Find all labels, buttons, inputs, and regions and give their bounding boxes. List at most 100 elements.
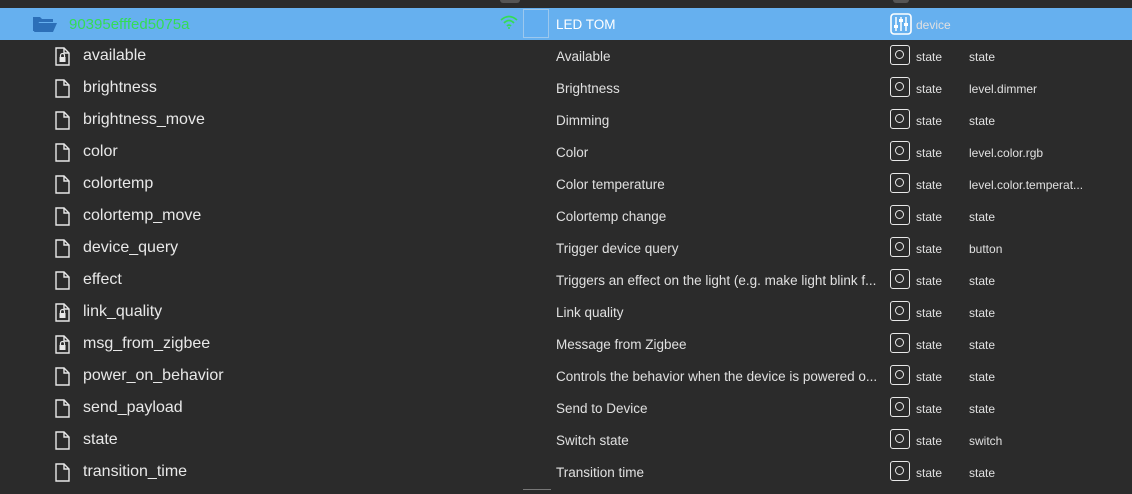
file-icon [55,271,70,290]
scroll-stub [893,0,909,3]
state-description: Trigger device query [556,241,679,256]
state-name: transition_time [83,463,188,480]
state-name: link_quality [83,303,163,320]
file-icon [55,239,70,258]
file-icon [55,399,70,418]
state-description: Color temperature [556,177,665,192]
state-row[interactable]: available Available state state [0,40,1132,72]
object-tree: 90395efffed5075a LED TOM device availabl… [0,8,1132,488]
state-role-icon[interactable] [890,237,910,257]
state-type: state [916,370,943,384]
state-description: Transition time [556,465,645,480]
state-row[interactable]: state Switch state state switch [0,424,1132,456]
state-name: send_payload [83,399,183,416]
state-role: level.dimmer [969,82,1038,96]
state-role-icon[interactable] [890,269,910,289]
state-name: effect [83,271,122,288]
state-row[interactable]: transition_time Transition time state st… [0,456,1132,488]
state-role-icon[interactable] [890,45,910,65]
state-role-icon[interactable] [890,461,910,481]
state-row[interactable]: effect Triggers an effect on the light (… [0,264,1132,296]
file-icon [55,367,70,386]
state-type: state [916,434,943,448]
color-swatch[interactable] [523,9,549,38]
state-row[interactable]: colortemp_move Colortemp change state st… [0,200,1132,232]
state-row[interactable]: brightness_move Dimming state state [0,104,1132,136]
state-description: Brightness [556,81,620,96]
state-description: Switch state [556,433,629,448]
state-name: state [83,431,118,448]
state-role: state [969,338,996,352]
state-type: state [916,338,943,352]
file-icon [55,143,70,162]
locked-file-icon [55,47,70,66]
state-role: state [969,50,996,64]
file-icon [55,111,70,130]
state-type: state [916,274,943,288]
state-role: level.color.temperat... [969,178,1084,192]
state-type: state [916,210,943,224]
state-name: device_query [83,239,179,256]
state-role: state [969,466,996,480]
state-role: state [969,402,996,416]
state-name: brightness_move [83,111,205,128]
state-type: state [916,178,943,192]
state-name: available [83,47,147,64]
state-name: msg_from_zigbee [83,335,211,352]
state-role-icon[interactable] [890,109,910,129]
state-description: Message from Zigbee [556,337,687,352]
device-type: device [916,18,951,32]
state-row[interactable]: msg_from_zigbee Message from Zigbee stat… [0,328,1132,360]
state-row[interactable]: device_query Trigger device query state … [0,232,1132,264]
state-type: state [916,306,943,320]
state-role-icon[interactable] [890,397,910,417]
state-name: color [83,143,118,160]
locked-file-icon [55,335,70,354]
wifi-icon [500,15,518,29]
state-description: Send to Device [556,401,648,416]
state-role: button [969,242,1003,256]
state-row[interactable]: color Color state level.color.rgb [0,136,1132,168]
color-cell-edge [523,489,551,494]
state-row[interactable]: send_payload Send to Device state state [0,392,1132,424]
file-icon [55,431,70,450]
state-type: state [916,114,943,128]
state-description: Colortemp change [556,209,667,224]
device-name: 90395efffed5075a [69,16,190,33]
state-role: switch [969,434,1003,448]
state-role: state [969,210,996,224]
device-description: LED TOM [556,17,616,32]
state-description: Dimming [556,113,610,128]
state-row[interactable]: power_on_behavior Controls the behavior … [0,360,1132,392]
state-role-icon[interactable] [890,205,910,225]
state-name: power_on_behavior [83,367,224,384]
folder-open-icon[interactable] [32,14,58,34]
state-description: Link quality [556,305,624,320]
state-role-icon[interactable] [890,173,910,193]
state-name: colortemp [83,175,154,192]
state-description: Triggers an effect on the light (e.g. ma… [556,273,877,288]
state-row[interactable]: brightness Brightness state level.dimmer [0,72,1132,104]
state-role-icon[interactable] [890,301,910,321]
state-role-icon[interactable] [890,333,910,353]
file-icon [55,207,70,226]
state-role: level.color.rgb [969,146,1044,160]
state-description: Available [556,49,611,64]
device-row[interactable]: 90395efffed5075a LED TOM device [0,8,1132,40]
state-description: Controls the behavior when the device is… [556,369,878,384]
state-role-icon[interactable] [890,141,910,161]
state-role: state [969,114,996,128]
scroll-stub [500,0,520,3]
file-icon [55,175,70,194]
state-name: colortemp_move [83,207,202,224]
state-role-icon[interactable] [890,365,910,385]
state-row[interactable]: colortemp Color temperature state level.… [0,168,1132,200]
device-settings-icon[interactable] [890,13,912,35]
state-row[interactable]: link_quality Link quality state state [0,296,1132,328]
state-role: state [969,274,996,288]
state-role-icon[interactable] [890,77,910,97]
file-icon [55,79,70,98]
state-description: Color [556,145,589,160]
state-role-icon[interactable] [890,429,910,449]
state-name: brightness [83,79,157,96]
